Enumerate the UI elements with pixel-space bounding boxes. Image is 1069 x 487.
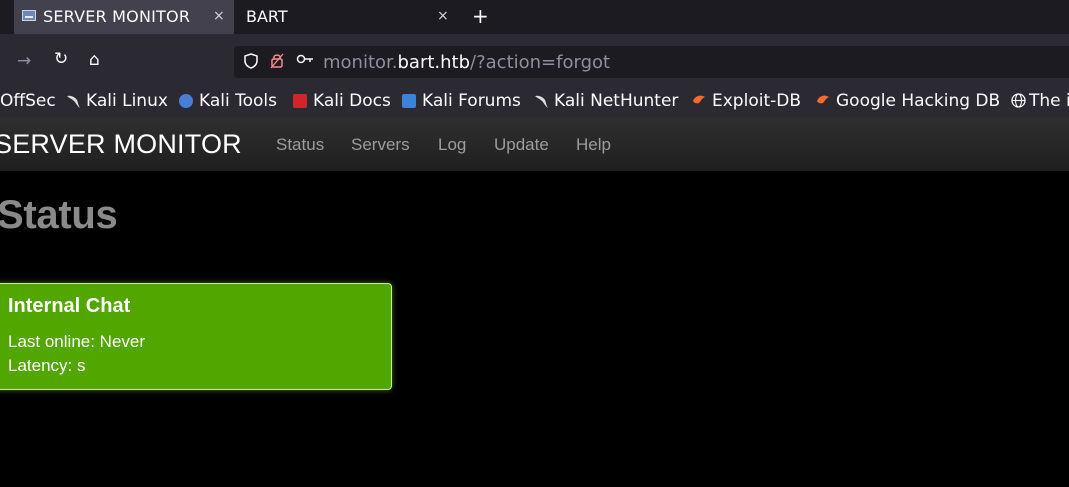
exploit-icon [692, 93, 706, 109]
bookmark-label: Kali Tools [199, 91, 277, 111]
page-favicon-icon [22, 10, 36, 21]
reload-icon[interactable]: ↻ [54, 49, 68, 69]
bookmark-kali-forums[interactable]: Kali Forums [402, 91, 521, 111]
tab-server-monitor[interactable]: SERVER MONITOR × [14, 0, 234, 34]
bookmark-google-hacking-db[interactable]: Google Hacking DB [816, 91, 1000, 111]
nav-link-servers[interactable]: Servers [351, 135, 410, 155]
tab-bar: SERVER MONITOR × BART × + [0, 0, 1069, 34]
insecure-lock-icon[interactable] [270, 52, 284, 73]
nav-link-log[interactable]: Log [438, 135, 466, 155]
forums-icon [402, 94, 416, 108]
bookmark-label: Kali Forums [422, 91, 521, 111]
bookmark-offsec[interactable]: OffSec [0, 91, 56, 111]
bookmark-exploit-db[interactable]: Exploit-DB [692, 91, 801, 111]
url-prefix: monitor. [323, 52, 398, 73]
nav-link-status[interactable]: Status [276, 135, 324, 155]
server-name: Internal Chat [8, 295, 131, 317]
tracking-shield-icon[interactable] [244, 53, 258, 73]
site-navbar: SERVER MONITOR Status Servers Log Update… [0, 118, 1069, 171]
dragon-icon [534, 93, 548, 109]
tab-close-icon[interactable]: × [437, 8, 449, 24]
bookmark-label: The i [1029, 91, 1069, 111]
tab-title: BART [246, 7, 288, 26]
bookmark-label: Exploit-DB [712, 91, 801, 111]
last-online-text: Last online: Never [8, 332, 146, 351]
page-title: Status [0, 193, 118, 237]
nav-link-help[interactable]: Help [576, 135, 611, 155]
bookmark-label: Kali Docs [313, 91, 391, 111]
tab-bart[interactable]: BART × [234, 0, 460, 34]
bookmark-label: OffSec [0, 91, 56, 111]
bookmark-label: Google Hacking DB [836, 91, 1001, 111]
bookmark-the-i[interactable]: The i [1011, 91, 1069, 111]
url-text[interactable]: monitor.bart.htb/?action=forgot [323, 52, 610, 73]
bookmark-label: Kali NetHunter [554, 91, 679, 111]
address-bar[interactable]: monitor.bart.htb/?action=forgot [234, 46, 1069, 78]
bookmark-kali-docs[interactable]: Kali Docs [293, 91, 391, 111]
docs-icon [293, 94, 307, 108]
forward-icon[interactable]: → [17, 51, 31, 71]
key-icon[interactable] [296, 51, 314, 71]
dragon-icon [66, 93, 80, 109]
server-status-card: Internal Chat Last online: Never Latency… [0, 283, 392, 390]
exploit-icon [816, 93, 830, 109]
nav-link-update[interactable]: Update [494, 135, 549, 155]
latency-text: Latency: s [8, 356, 86, 375]
site-brand[interactable]: SERVER MONITOR [0, 129, 242, 160]
globe-icon [1011, 93, 1027, 109]
bookmark-kali-tools[interactable]: Kali Tools [179, 91, 277, 111]
home-icon[interactable]: ⌂ [89, 50, 100, 70]
url-path: /?action=forgot [470, 52, 611, 73]
tools-icon [179, 94, 193, 108]
new-tab-icon[interactable]: + [472, 4, 489, 28]
tab-close-icon[interactable]: × [213, 8, 225, 24]
url-host: bart.htb [397, 52, 471, 73]
bookmark-kali-linux[interactable]: Kali Linux [66, 91, 168, 111]
bookmark-kali-nethunter[interactable]: Kali NetHunter [534, 91, 678, 111]
tab-title: SERVER MONITOR [43, 7, 191, 26]
bookmarks-toolbar: OffSec Kali Linux Kali Tools Kali Docs K… [0, 85, 1069, 119]
bookmark-label: Kali Linux [86, 91, 168, 111]
